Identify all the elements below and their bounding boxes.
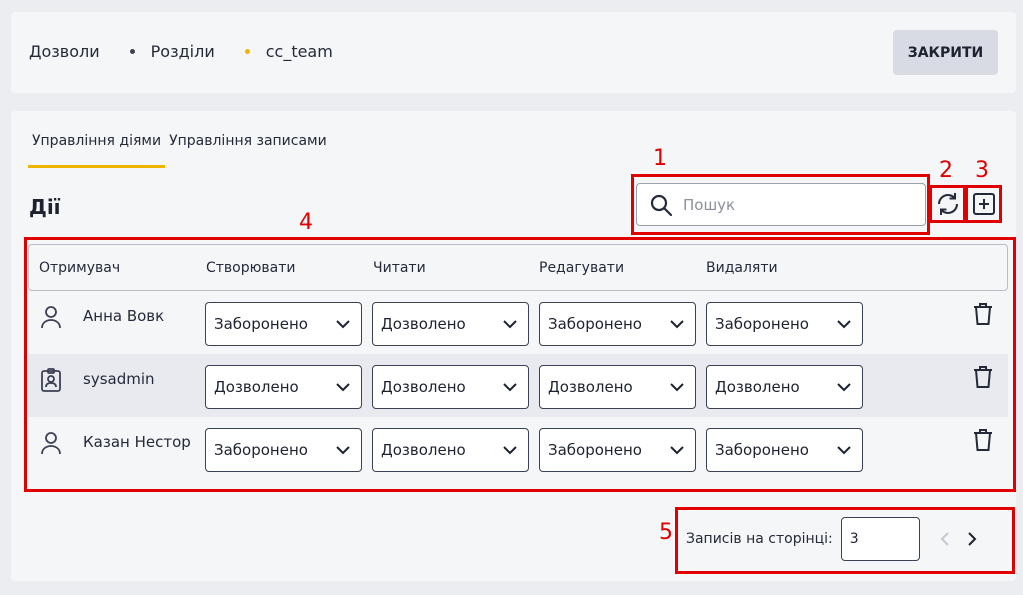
annotation-box-3 [965,185,1002,223]
breadcrumb-separator-current [244,49,250,54]
annotation-number-3: 3 [975,158,989,183]
tab-bar: Управління діями Управління записами [28,133,331,168]
breadcrumb-item-permissions[interactable]: Дозволи [29,42,100,61]
annotation-number-5: 5 [659,520,673,545]
breadcrumb-separator [129,49,135,54]
annotation-number-1: 1 [653,146,667,171]
annotation-box-2 [929,185,966,223]
tab-action-management[interactable]: Управління діями [28,133,166,168]
annotation-number-4: 4 [299,210,313,235]
tab-record-management[interactable]: Управління записами [165,133,331,168]
annotation-box-4 [24,237,1016,492]
breadcrumb-item-sections[interactable]: Розділи [151,42,215,61]
annotation-box-1 [631,174,930,235]
breadcrumb-item-current: cc_team [265,42,333,61]
annotation-number-2: 2 [939,158,953,183]
close-button[interactable]: ЗАКРИТИ [893,30,998,75]
section-title: Дії [29,195,61,219]
annotation-box-5 [675,507,1015,574]
breadcrumb: Дозволи Розділи cc_team [29,42,333,61]
top-bar: Дозволи Розділи cc_team ЗАКРИТИ [11,12,1016,93]
